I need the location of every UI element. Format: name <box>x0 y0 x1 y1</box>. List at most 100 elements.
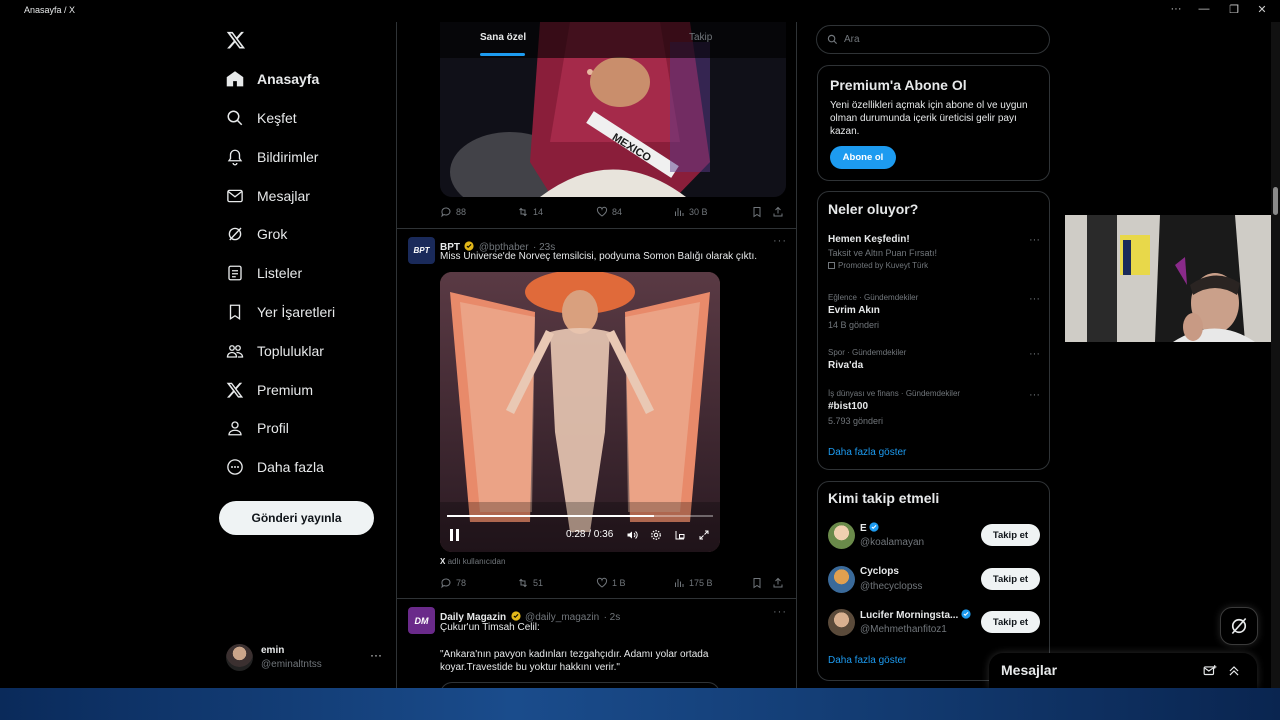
trend-more-icon[interactable]: ··· <box>1029 348 1040 360</box>
trend-more-icon[interactable]: ··· <box>1029 234 1040 246</box>
page-scrollbar[interactable] <box>1271 22 1280 688</box>
repost-count: 14 <box>533 207 544 217</box>
fullscreen-icon[interactable] <box>698 529 710 541</box>
nav-profile-label: Profil <box>257 420 289 436</box>
account-more-icon[interactable]: ··· <box>370 648 382 662</box>
window-titlebar: Anasayfa / X ··· — ❐ ✕ <box>0 0 1280 22</box>
account-switcher[interactable]: emin @eminaltntss ··· <box>226 644 386 672</box>
tweet-more-icon[interactable]: ··· <box>773 606 787 618</box>
nav-premium[interactable]: Premium <box>226 375 313 405</box>
subscribe-button[interactable]: Abone ol <box>830 146 896 169</box>
tab-for-you[interactable]: Sana özel <box>480 32 526 43</box>
volume-icon[interactable] <box>626 529 638 541</box>
trend-post-count: 5.793 gönderi <box>828 416 884 426</box>
nav-communities[interactable]: Topluluklar <box>226 336 324 366</box>
like-button[interactable]: 84 <box>596 206 622 218</box>
trend-item[interactable]: Eğlence · Gündemdekiler Evrim Akın 14 B … <box>828 293 1040 330</box>
follow-suggestion[interactable]: Lucifer Morningsta... @Mehmethanfitoz1 T… <box>828 608 1040 638</box>
suggestion-handle: @thecyclopss <box>860 581 923 592</box>
close-button[interactable]: ✕ <box>1252 3 1272 16</box>
search-input[interactable] <box>844 34 1034 45</box>
trend-item[interactable]: Spor · Gündemdekiler Riva'da ··· <box>828 348 1040 371</box>
follow-show-more-link[interactable]: Daha fazla göster <box>828 655 906 666</box>
new-message-icon[interactable] <box>1203 664 1217 678</box>
communities-icon <box>226 345 244 358</box>
video-source-text[interactable]: adlı kullanıcıdan <box>448 557 506 566</box>
tweet-divider <box>397 598 796 599</box>
share-button[interactable] <box>772 577 784 589</box>
messages-drawer[interactable]: Mesajlar <box>989 653 1257 688</box>
nav-grok[interactable]: Grok <box>226 219 287 249</box>
views-button[interactable]: 30 B <box>673 206 708 218</box>
avatar[interactable]: BPT <box>408 237 435 264</box>
avatar[interactable]: DM <box>408 607 435 634</box>
follow-button[interactable]: Takip et <box>981 568 1040 590</box>
nav-home[interactable]: Anasayfa <box>226 64 319 94</box>
tweet-video-player[interactable]: 0:28 / 0:36 <box>440 272 720 552</box>
pause-icon[interactable] <box>450 529 460 541</box>
picture-in-picture-icon[interactable] <box>674 529 686 541</box>
x-logo-icon <box>226 382 244 398</box>
reply-button[interactable]: 88 <box>440 206 466 218</box>
scrollbar-thumb[interactable] <box>1273 187 1278 215</box>
video-progress-track[interactable] <box>447 515 713 517</box>
tweet-more-icon[interactable]: ··· <box>773 235 787 247</box>
repost-button[interactable]: 51 <box>517 577 543 589</box>
trend-subtitle: Taksit ve Altın Puan Fırsatı! <box>828 248 938 258</box>
nav-bookmarks[interactable]: Yer İşaretleri <box>226 297 335 327</box>
maximize-button[interactable]: ❐ <box>1224 3 1244 16</box>
nav-messages[interactable]: Mesajlar <box>226 181 310 211</box>
trend-item[interactable]: İş dünyası ve finans · Gündemdekiler #bi… <box>828 389 1040 426</box>
grok-floating-button[interactable] <box>1220 607 1258 645</box>
x-logo-icon[interactable] <box>226 30 246 50</box>
mail-icon <box>227 189 243 203</box>
nav-notifications-label: Bildirimler <box>257 149 319 165</box>
follow-suggestion[interactable]: Cyclops @thecyclopss Takip et <box>828 565 1040 595</box>
bookmark-button[interactable] <box>751 577 763 589</box>
follow-suggestion[interactable]: E @koalamayan Takip et <box>828 521 1040 551</box>
like-button[interactable]: 1 B <box>596 577 626 589</box>
nav-explore[interactable]: Keşfet <box>226 103 297 133</box>
tweet-actions: 78 51 1 B 175 B <box>440 577 787 591</box>
account-name: emin <box>261 645 285 656</box>
trend-post-count: 14 B gönderi <box>828 320 880 330</box>
tweet-time[interactable]: · 2s <box>604 612 621 623</box>
more-circle-icon <box>227 459 243 475</box>
tweet-divider <box>397 228 796 229</box>
share-icon <box>773 206 783 217</box>
trend-more-icon[interactable]: ··· <box>1029 389 1040 401</box>
tweet-text: Miss Universe'de Norveç temsilcisi, pody… <box>440 251 758 262</box>
trends-show-more-link[interactable]: Daha fazla göster <box>828 447 906 458</box>
repost-button[interactable]: 14 <box>517 206 543 218</box>
chevron-up-double-icon[interactable] <box>1227 664 1241 678</box>
nav-notifications[interactable]: Bildirimler <box>226 142 318 172</box>
window-more-button[interactable]: ··· <box>1166 3 1186 15</box>
tab-following[interactable]: Takip <box>689 32 712 43</box>
follow-button[interactable]: Takip et <box>981 524 1040 546</box>
os-taskbar <box>0 688 1280 720</box>
promoted-label: Promoted by Kuveyt Türk <box>828 261 1040 270</box>
nav-more[interactable]: Daha fazla <box>226 452 324 482</box>
bookmark-icon <box>229 304 241 321</box>
verified-blue-icon <box>961 609 971 619</box>
follow-button[interactable]: Takip et <box>981 611 1040 633</box>
tweet-text-line: "Ankara'nın pavyon kadınları tezgahçıdır… <box>440 649 709 660</box>
views-icon <box>675 579 684 587</box>
bookmark-button[interactable] <box>751 206 763 218</box>
trend-item-promoted[interactable]: Hemen Keşfedin! Taksit ve Altın Puan Fır… <box>828 234 1040 270</box>
views-button[interactable]: 175 B <box>673 577 713 589</box>
trend-more-icon[interactable]: ··· <box>1029 293 1040 305</box>
nav-profile[interactable]: Profil <box>226 413 289 443</box>
reply-button[interactable]: 78 <box>440 577 466 589</box>
trend-category: Spor · Gündemdekiler <box>828 348 907 357</box>
settings-gear-icon[interactable] <box>650 529 662 541</box>
share-button[interactable] <box>772 206 784 218</box>
minimize-button[interactable]: — <box>1194 3 1214 15</box>
webcam-overlay <box>1065 215 1280 342</box>
nav-more-label: Daha fazla <box>257 459 324 475</box>
like-count: 84 <box>612 207 623 217</box>
nav-lists[interactable]: Listeler <box>226 258 302 288</box>
search-box[interactable] <box>816 25 1050 54</box>
post-button[interactable]: Gönderi yayınla <box>219 501 374 535</box>
avatar <box>828 522 855 549</box>
